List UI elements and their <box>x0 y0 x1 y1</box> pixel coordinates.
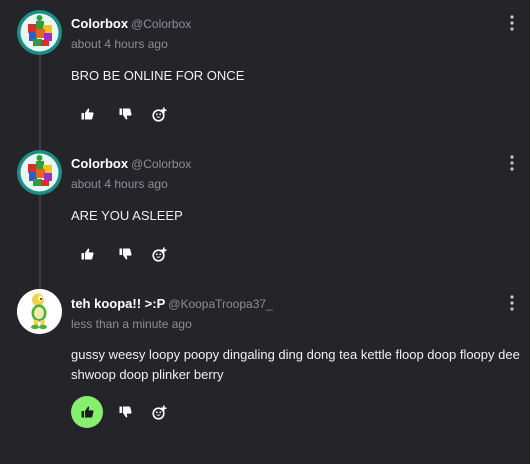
comment-text: BRO BE ONLINE FOR ONCE <box>71 68 245 83</box>
author-row: Colorbox @Colorbox <box>71 16 191 31</box>
add-reaction-icon <box>151 405 166 420</box>
thumbs-up-icon <box>81 406 94 418</box>
avatar[interactable] <box>17 10 62 55</box>
more-options-button[interactable] <box>506 294 518 312</box>
comment-actions <box>71 98 181 130</box>
more-options-button[interactable] <box>506 154 518 172</box>
author-row: Colorbox @Colorbox <box>71 156 191 171</box>
comment-post: teh koopa!! >:P @KoopaTroopa37_ less than… <box>0 280 530 464</box>
author-handle[interactable]: @Colorbox <box>131 17 191 31</box>
timestamp: about 4 hours ago <box>71 177 168 191</box>
more-vertical-icon <box>510 155 514 171</box>
more-options-button[interactable] <box>506 14 518 32</box>
like-button[interactable] <box>71 238 103 270</box>
like-button[interactable] <box>71 396 103 428</box>
avatar[interactable] <box>17 289 62 334</box>
thumbs-up-icon <box>81 108 94 120</box>
add-reaction-button[interactable] <box>143 238 175 270</box>
author-name[interactable]: Colorbox <box>71 156 128 171</box>
thumbs-up-icon <box>81 248 94 260</box>
author-name[interactable]: Colorbox <box>71 16 128 31</box>
comment-post: Colorbox @Colorbox about 4 hours ago ARE … <box>0 140 530 275</box>
timestamp: less than a minute ago <box>71 317 192 331</box>
timestamp: about 4 hours ago <box>71 37 168 51</box>
koopa-avatar-icon <box>17 289 62 334</box>
add-reaction-button[interactable] <box>143 98 175 130</box>
like-button[interactable] <box>71 98 103 130</box>
avatar[interactable] <box>17 150 62 195</box>
comment-text: ARE YOU ASLEEP <box>71 208 183 223</box>
comment-actions <box>71 396 181 428</box>
dislike-button[interactable] <box>109 98 141 130</box>
add-reaction-icon <box>151 107 166 122</box>
colorbox-avatar-icon <box>17 150 62 195</box>
thumbs-down-icon <box>119 406 132 418</box>
dislike-button[interactable] <box>109 396 141 428</box>
more-vertical-icon <box>510 295 514 311</box>
author-name[interactable]: teh koopa!! >:P <box>71 296 165 311</box>
comment-text: gussy weesy loopy poopy dingaling ding d… <box>71 347 520 382</box>
thumbs-down-icon <box>119 108 132 120</box>
author-handle[interactable]: @Colorbox <box>131 157 191 171</box>
author-row: teh koopa!! >:P @KoopaTroopa37_ <box>71 296 273 311</box>
colorbox-avatar-icon <box>17 10 62 55</box>
more-vertical-icon <box>510 15 514 31</box>
add-reaction-icon <box>151 247 166 262</box>
comment-feed: Colorbox @Colorbox about 4 hours ago BRO … <box>0 0 530 464</box>
dislike-button[interactable] <box>109 238 141 270</box>
comment-actions <box>71 238 181 270</box>
author-handle[interactable]: @KoopaTroopa37_ <box>168 297 272 311</box>
thumbs-down-icon <box>119 248 132 260</box>
add-reaction-button[interactable] <box>143 396 175 428</box>
comment-post: Colorbox @Colorbox about 4 hours ago BRO … <box>0 0 530 135</box>
